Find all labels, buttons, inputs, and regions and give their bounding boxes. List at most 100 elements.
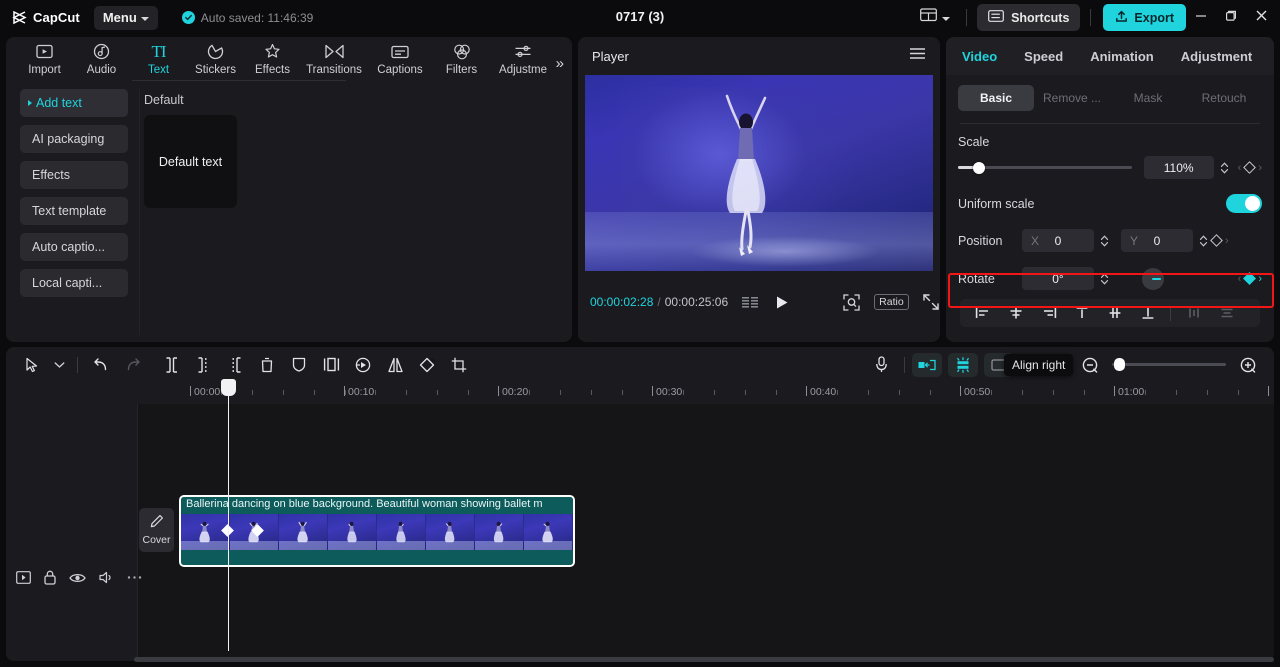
tab-captions[interactable]: Captions xyxy=(367,37,433,76)
keyframe-next-icon[interactable]: › xyxy=(1225,235,1229,247)
tab-filters[interactable]: Filters xyxy=(433,37,490,76)
reverse-icon[interactable] xyxy=(347,349,379,381)
segment-remove-bg[interactable]: Remove ... xyxy=(1034,85,1110,111)
uniform-scale-toggle[interactable] xyxy=(1226,194,1262,213)
shortcuts-button[interactable]: Shortcuts xyxy=(977,4,1081,31)
eye-icon[interactable] xyxy=(69,572,86,584)
distribute-horizontal-icon[interactable] xyxy=(1177,306,1210,320)
fit-to-screen-icon[interactable] xyxy=(843,293,860,311)
speaker-icon[interactable] xyxy=(99,571,114,584)
align-top-icon[interactable] xyxy=(1065,306,1098,320)
menu-button[interactable]: Menu xyxy=(93,5,158,30)
microphone-icon[interactable] xyxy=(865,349,897,381)
fullscreen-icon[interactable] xyxy=(922,294,939,310)
position-y-stepper[interactable] xyxy=(1196,229,1211,252)
sidebar-item-text-template[interactable]: Text template xyxy=(20,197,128,225)
align-center-horizontal-icon[interactable] xyxy=(999,306,1032,320)
snap-magnet-icon[interactable] xyxy=(912,352,942,377)
sidebar-item-auto-captions[interactable]: Auto captio... xyxy=(20,233,128,261)
cover-button[interactable]: Cover xyxy=(139,508,174,552)
scale-slider-knob[interactable] xyxy=(972,161,985,174)
distribute-vertical-icon[interactable] xyxy=(1210,306,1243,320)
track-type-icon[interactable] xyxy=(16,571,31,584)
sidebar-item-effects[interactable]: Effects xyxy=(20,161,128,189)
more-options-icon[interactable] xyxy=(127,575,142,580)
chevron-down-icon[interactable] xyxy=(48,349,70,381)
track-controls xyxy=(16,570,142,585)
crop-icon[interactable] xyxy=(443,349,475,381)
trim-right-icon[interactable] xyxy=(219,349,251,381)
tab-adjustment[interactable]: Adjustment xyxy=(1181,49,1253,64)
mirror-icon[interactable] xyxy=(379,349,411,381)
chevron-double-right-icon[interactable]: » xyxy=(556,55,564,72)
minimize-button[interactable] xyxy=(1186,0,1216,35)
tab-animation[interactable]: Animation xyxy=(1090,49,1154,64)
segment-mask[interactable]: Mask xyxy=(1110,85,1186,111)
split-icon[interactable] xyxy=(155,349,187,381)
sidebar-item-add-text[interactable]: Add text xyxy=(20,89,128,117)
keyframe-prev-icon[interactable]: ‹ xyxy=(1238,162,1242,174)
tab-video[interactable]: Video xyxy=(962,49,997,64)
tab-audio[interactable]: Audio xyxy=(73,37,130,76)
undo-icon[interactable] xyxy=(85,349,117,381)
delete-icon[interactable] xyxy=(251,349,283,381)
zoom-in-icon[interactable] xyxy=(1232,349,1264,381)
tab-text[interactable]: TI Text xyxy=(130,37,187,77)
scale-stepper[interactable] xyxy=(1217,156,1232,179)
timeline-zoom-knob[interactable] xyxy=(1114,358,1125,371)
position-x-stepper[interactable] xyxy=(1097,229,1112,252)
segment-retouch[interactable]: Retouch xyxy=(1186,85,1262,111)
align-right-icon[interactable] xyxy=(1032,306,1065,320)
auto-align-icon[interactable] xyxy=(948,352,978,377)
play-icon[interactable] xyxy=(775,295,789,310)
quality-icon[interactable] xyxy=(742,296,761,309)
tab-transitions[interactable]: Transitions xyxy=(301,37,367,76)
tab-stickers[interactable]: Stickers xyxy=(187,37,244,76)
timeline-ruler[interactable]: 00:00 00:10 00:20 00:30 00:40 00:50 01:0… xyxy=(6,382,1274,404)
keyframe-next-icon[interactable]: › xyxy=(1258,273,1262,285)
position-x-input[interactable]: X 0 xyxy=(1022,229,1094,252)
tab-import[interactable]: Import xyxy=(16,37,73,76)
keyframe-toggle-icon[interactable] xyxy=(1210,234,1223,247)
select-cursor-icon[interactable] xyxy=(16,349,48,381)
freeze-icon[interactable] xyxy=(283,349,315,381)
timeline-clip[interactable]: Ballerina dancing on blue background. Be… xyxy=(179,495,575,567)
maximize-button[interactable] xyxy=(1216,0,1246,35)
scale-value-input[interactable]: 110% xyxy=(1143,156,1214,179)
rotate-stepper[interactable] xyxy=(1097,267,1112,290)
rotate-icon[interactable] xyxy=(411,349,443,381)
timeline-horizontal-scrollbar[interactable] xyxy=(134,657,1274,662)
sidebar-item-local-captions[interactable]: Local capti... xyxy=(20,269,128,297)
scale-slider[interactable] xyxy=(958,161,1132,174)
ballerina-figure xyxy=(710,87,782,259)
picture-in-picture-icon[interactable] xyxy=(315,349,347,381)
hamburger-icon[interactable] xyxy=(909,47,926,65)
playhead-handle[interactable] xyxy=(221,379,236,396)
keyframe-toggle-icon[interactable] xyxy=(1243,161,1257,174)
tab-adjustment[interactable]: Adjustme xyxy=(490,37,556,76)
video-preview[interactable] xyxy=(585,75,933,271)
tab-effects[interactable]: Effects xyxy=(244,37,301,76)
align-bottom-icon[interactable] xyxy=(1131,306,1164,320)
segment-basic[interactable]: Basic xyxy=(958,85,1034,111)
position-y-input[interactable]: Y 0 xyxy=(1121,229,1193,252)
align-middle-vertical-icon[interactable] xyxy=(1098,306,1131,320)
redo-icon[interactable] xyxy=(117,349,149,381)
timeline-zoom-slider[interactable] xyxy=(1112,358,1226,371)
default-text-card[interactable]: Default text xyxy=(144,115,237,208)
export-button[interactable]: Export xyxy=(1103,4,1186,31)
rotate-value-input[interactable]: 0° xyxy=(1022,267,1094,290)
lock-icon[interactable] xyxy=(44,570,56,585)
keyframe-prev-icon[interactable]: ‹ xyxy=(1238,273,1242,285)
sidebar-item-ai-packaging[interactable]: AI packaging xyxy=(20,125,128,153)
keyframe-next-icon[interactable]: › xyxy=(1258,162,1262,174)
rotation-dial-icon[interactable] xyxy=(1142,267,1164,290)
zoom-out-icon[interactable] xyxy=(1074,349,1106,381)
keyframe-toggle-icon[interactable] xyxy=(1243,272,1257,285)
align-left-icon[interactable] xyxy=(966,306,999,320)
close-button[interactable] xyxy=(1246,0,1276,35)
tab-speed[interactable]: Speed xyxy=(1024,49,1063,64)
ratio-button[interactable]: Ratio xyxy=(874,294,909,310)
trim-left-icon[interactable] xyxy=(187,349,219,381)
layout-button[interactable] xyxy=(914,4,956,31)
